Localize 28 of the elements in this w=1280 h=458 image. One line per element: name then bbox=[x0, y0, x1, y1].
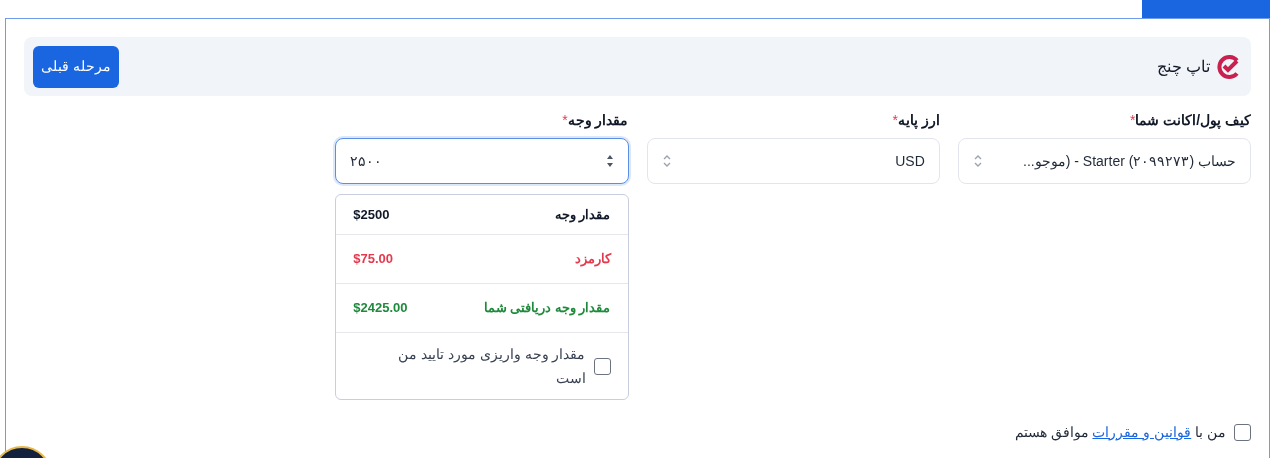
field-value: حساب (۲۰۹۹۲۷۳) Starter - (موجو... bbox=[1022, 151, 1236, 172]
select-field[interactable]: USD bbox=[646, 138, 940, 184]
spinner-icon[interactable] bbox=[605, 153, 614, 169]
required-mark: * bbox=[1129, 110, 1136, 130]
field-label: مقدار وجه bbox=[567, 110, 629, 131]
header-title: تاپ چنج bbox=[1156, 56, 1210, 78]
confirm-label: مقدار وجه واریزی مورد تایید من است bbox=[397, 345, 586, 388]
summary-amount: $2500 bbox=[353, 205, 390, 224]
field-value: USD bbox=[894, 151, 925, 171]
summary-label: کارمزد bbox=[574, 250, 611, 269]
checkbox[interactable] bbox=[593, 357, 611, 375]
select-field[interactable]: حساب (۲۰۹۹۲۷۳) Starter - (موجو... bbox=[957, 138, 1251, 184]
summary-label: مقدار وجه دریافتی شما bbox=[483, 299, 611, 318]
input-field[interactable]: ۲۵۰۰ bbox=[335, 138, 629, 184]
back-button[interactable]: مرحله قبلی bbox=[33, 45, 119, 88]
field-value: ۲۵۰۰ bbox=[350, 151, 384, 171]
summary-amount: $75.00 bbox=[353, 250, 393, 269]
field-label: ارز پایه bbox=[897, 110, 940, 131]
checkbox[interactable] bbox=[1234, 424, 1251, 441]
field-label: کیف پول/اکانت شما bbox=[1135, 110, 1251, 131]
terms-link[interactable]: قوانین و مقررات bbox=[1092, 424, 1192, 440]
required-mark: * bbox=[892, 110, 898, 128]
chevron-updown-icon bbox=[972, 153, 983, 169]
terms-text: من با قوانین و مقررات موافق هستم bbox=[1014, 423, 1226, 443]
chevron-updown-icon bbox=[661, 153, 672, 169]
required-mark: * bbox=[562, 110, 568, 130]
summary-amount: $2425.00 bbox=[353, 299, 408, 318]
summary-label: مقدار وجه bbox=[554, 205, 611, 225]
